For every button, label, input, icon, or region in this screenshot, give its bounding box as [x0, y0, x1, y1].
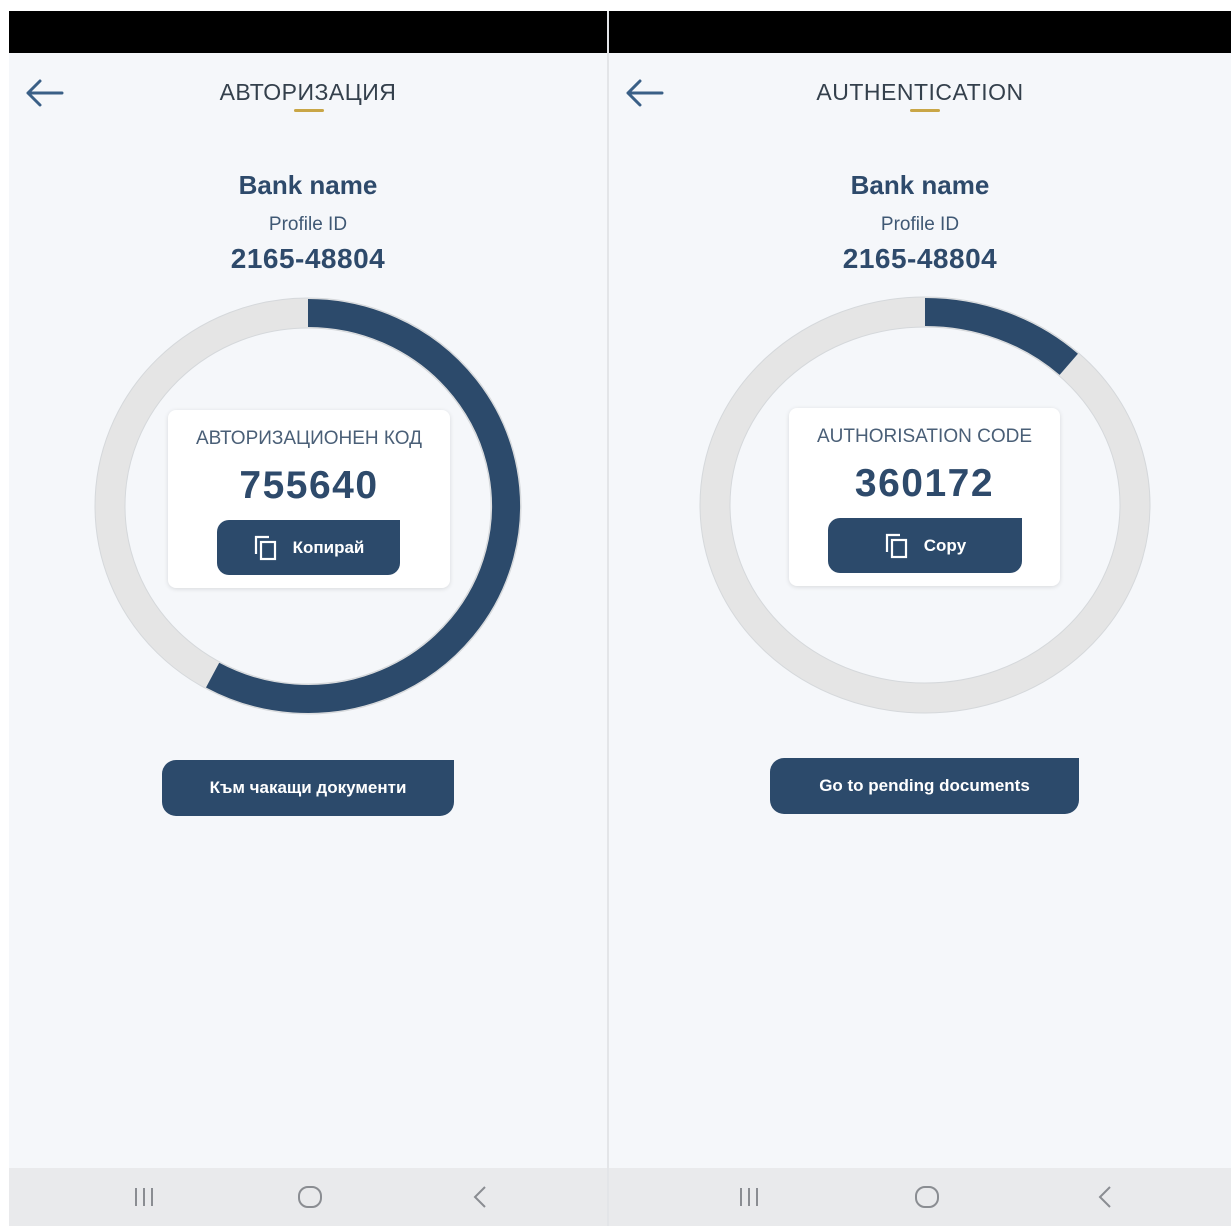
copy-icon: [885, 533, 907, 558]
system-nav-bar: [609, 1168, 1231, 1226]
auth-code-card: АВТОРИЗАЦИОНЕН КОД 755640 Копирай: [168, 410, 450, 588]
auth-code-value: 755640: [239, 464, 379, 507]
title-underline: [910, 109, 940, 112]
profile-id-value: 2165-48804: [842, 243, 998, 274]
home-button[interactable]: [285, 1168, 335, 1226]
profile-id-label: Profile ID: [880, 214, 960, 235]
home-icon: [298, 1186, 322, 1208]
copy-icon: [254, 535, 276, 560]
pending-documents-button[interactable]: Go to pending documents: [770, 758, 1079, 814]
nav-back-icon: [473, 1186, 486, 1208]
auth-code-card: AUTHORISATION CODE 360172 Copy: [789, 408, 1060, 586]
system-nav-bar: [9, 1168, 607, 1226]
ring-progress: [924, 298, 1078, 376]
copy-button-label: Копирай: [292, 537, 365, 557]
copy-button[interactable]: Copy: [828, 518, 1022, 573]
auth-code-label: АВТОРИЗАЦИОНЕН КОД: [195, 428, 423, 449]
authorization-screen-bg: АВТОРИЗАЦИЯ Bank name Profile ID 2165-48…: [9, 11, 607, 1226]
profile-id-value: 2165-48804: [230, 243, 386, 274]
copy-button[interactable]: Копирай: [217, 520, 400, 575]
recents-icon: [740, 1188, 758, 1206]
recents-button[interactable]: [119, 1168, 169, 1226]
home-button[interactable]: [902, 1168, 952, 1226]
profile-id-label: Profile ID: [268, 214, 348, 235]
nav-back-icon: [1098, 1186, 1111, 1208]
authentication-screen-bg: AUTHENTICATION Bank name Profile ID 2165…: [609, 11, 1231, 1226]
status-bar: [9, 11, 607, 53]
nav-back-button[interactable]: [1080, 1168, 1130, 1226]
page-title: АВТОРИЗАЦИЯ: [219, 79, 397, 105]
auth-code-label: AUTHORISATION CODE: [817, 426, 1032, 447]
bank-name: Bank name: [850, 170, 990, 200]
pending-documents-label: Към чакащи документи: [209, 778, 407, 797]
home-icon: [915, 1186, 939, 1208]
title-underline: [294, 109, 324, 112]
page-title: AUTHENTICATION: [816, 79, 1024, 105]
copy-button-label: Copy: [923, 535, 967, 555]
auth-code-value: 360172: [854, 462, 995, 505]
pending-documents-button[interactable]: Към чакащи документи: [162, 760, 454, 816]
recents-icon: [135, 1188, 153, 1206]
status-bar: [609, 11, 1231, 53]
bank-name: Bank name: [238, 170, 378, 200]
nav-back-button[interactable]: [455, 1168, 505, 1226]
pending-documents-label: Go to pending documents: [819, 776, 1030, 795]
recents-button[interactable]: [724, 1168, 774, 1226]
